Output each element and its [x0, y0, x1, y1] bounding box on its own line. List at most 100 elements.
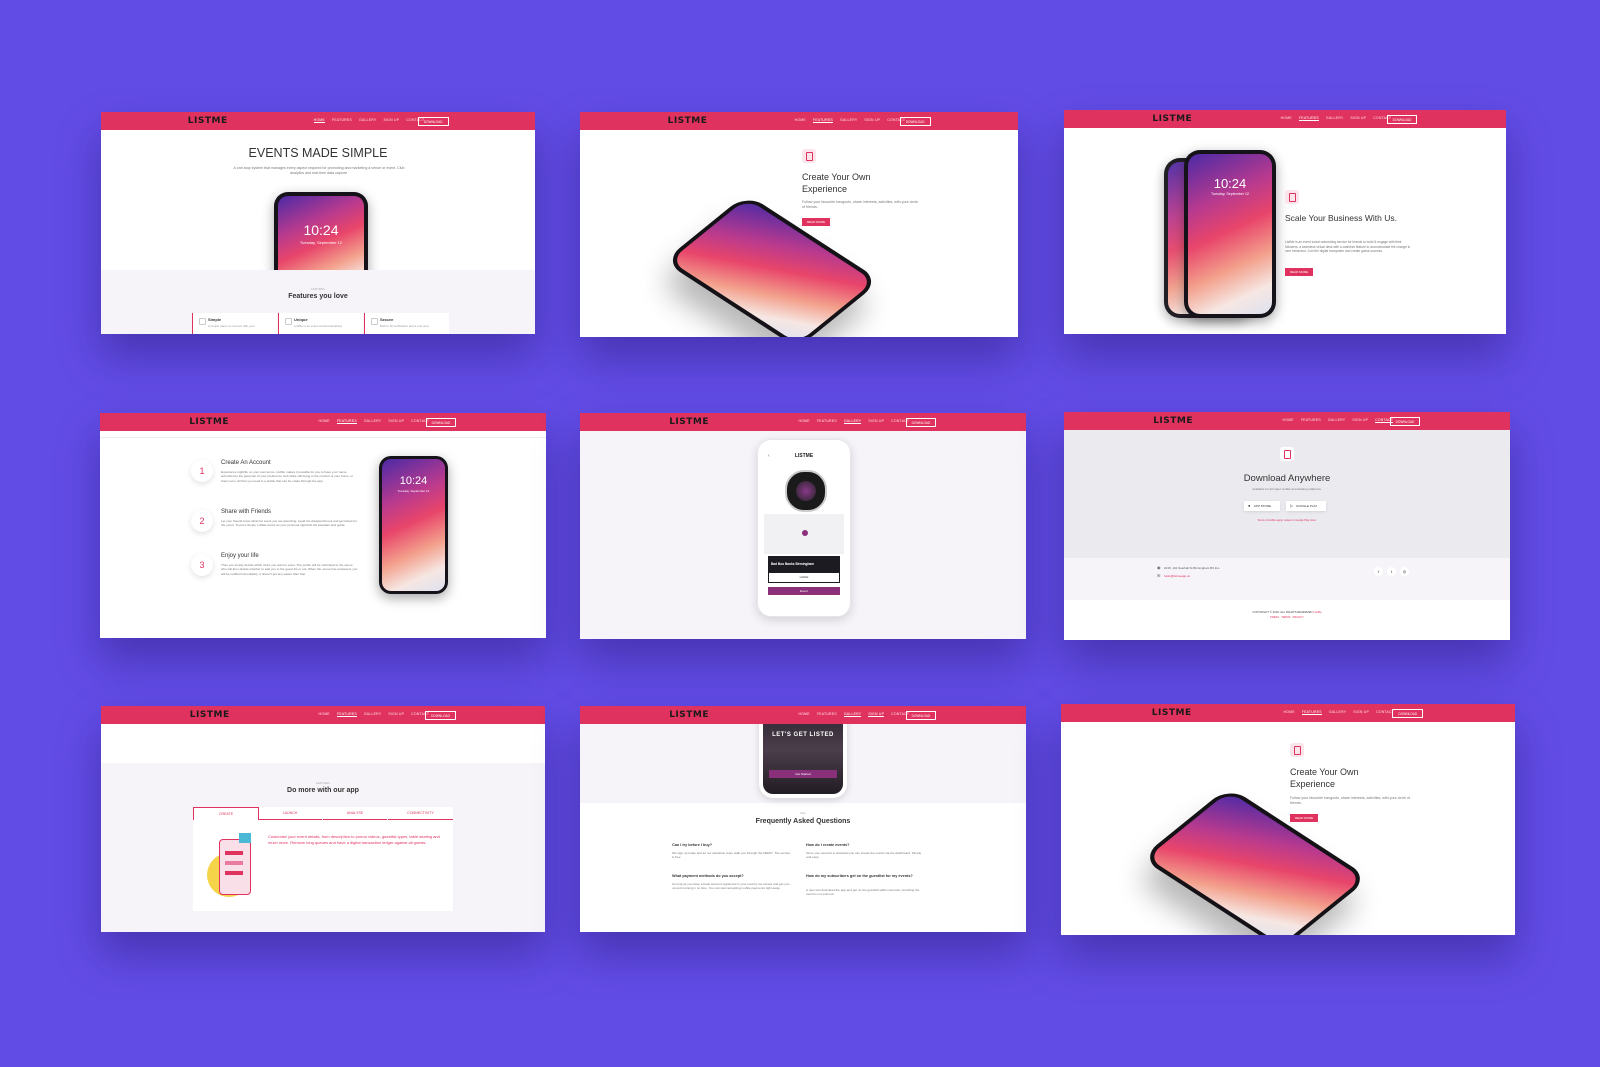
nav-signup[interactable]: SIGN UP	[1352, 418, 1368, 423]
email[interactable]: hello@listmeapp.co	[1164, 574, 1190, 578]
nav-gallery[interactable]: GALLERY	[1328, 418, 1345, 423]
nav-features[interactable]: FEATURES	[332, 118, 352, 123]
download-button[interactable]: DOWNLOAD	[1392, 709, 1424, 718]
get-started-button[interactable]: Get Started	[769, 770, 837, 778]
tab-connectivity[interactable]: CONNECTIVITY	[388, 807, 453, 820]
read-more-button[interactable]: READ MORE	[1285, 268, 1314, 276]
nav-home[interactable]: HOME	[1283, 710, 1294, 715]
faq-answer: A user can download the app and get on t…	[806, 888, 920, 897]
nav-signup[interactable]: SIGN UP	[383, 118, 399, 123]
nav-features[interactable]: FEATURES	[1301, 710, 1322, 715]
nav-home[interactable]: HOME	[795, 118, 806, 123]
download-button[interactable]: DOWNLOAD	[905, 418, 937, 427]
read-more-button[interactable]: READ MORE	[1290, 814, 1319, 822]
apple-icon: ●	[1248, 503, 1251, 508]
location-icon: ◉	[1157, 565, 1161, 570]
feature-desc: A simple place to connect with your	[208, 324, 255, 328]
nav-gallery[interactable]: GALLERY	[359, 118, 376, 123]
nav-gallery[interactable]: GALLERY	[364, 419, 381, 424]
listme-field[interactable]: ListMe	[768, 572, 840, 583]
feature-card-secure: Secure Built in ID verification and a on…	[364, 313, 449, 334]
logo[interactable]: LISTME	[1152, 708, 1192, 718]
nav-signup[interactable]: SIGN UP	[868, 712, 885, 717]
nav-signup[interactable]: SIGN UP	[388, 712, 404, 717]
nav-signup[interactable]: SIGN UP	[864, 118, 880, 123]
nav-features[interactable]: FEATURES	[1298, 116, 1319, 121]
nav-gallery[interactable]: GALLERY	[1326, 116, 1343, 121]
nav-signup[interactable]: SIGN UP	[1350, 116, 1366, 121]
legal-links[interactable]: PRESS · TERMS · PRIVACY	[1064, 616, 1510, 619]
nav-signup[interactable]: SIGN UP	[868, 419, 884, 424]
nav-features[interactable]: FEATURES	[817, 419, 837, 424]
twitter-icon[interactable]: t	[1387, 567, 1396, 576]
steps-phone: 10:24 Tuesday, September 12	[379, 456, 448, 594]
download-button[interactable]: DOWNLOAD	[1389, 417, 1421, 426]
nav-signup[interactable]: SIGN UP	[1353, 710, 1369, 715]
read-more-button[interactable]: READ MORE	[802, 218, 831, 226]
nav-links: HOME FEATURES GALLERY SIGN UP CONTACT	[799, 712, 910, 717]
nav-gallery[interactable]: GALLERY	[364, 712, 381, 717]
nav-home[interactable]: HOME	[1281, 116, 1292, 121]
tab-create[interactable]: CREATE	[193, 807, 259, 820]
navbar: LISTME HOME FEATURES GALLERY SIGN UP CON…	[580, 413, 1026, 431]
logo[interactable]: LISTME	[190, 710, 230, 720]
nav-gallery[interactable]: GALLERY	[843, 419, 862, 424]
logo[interactable]: LISTME	[1153, 416, 1193, 426]
logo[interactable]: LISTME	[669, 710, 709, 720]
download-button[interactable]: DOWNLOAD	[417, 117, 449, 126]
nav-home[interactable]: HOME	[799, 419, 810, 424]
nav-home[interactable]: HOME	[799, 712, 810, 717]
logo[interactable]: LISTME	[189, 417, 229, 427]
logo[interactable]: LISTME	[188, 116, 228, 126]
download-button[interactable]: DOWNLOAD	[1386, 115, 1418, 124]
nav-gallery[interactable]: GALLERY	[840, 118, 857, 123]
navbar: LISTME HOME FEATURES GALLERY SIGN UP CON…	[1064, 110, 1506, 128]
nav-links: HOME FEATURES GALLERY SIGN UP CONTACT	[313, 118, 425, 123]
back-icon[interactable]: ‹	[768, 453, 770, 459]
tab-analyse[interactable]: ANALYSE	[323, 807, 387, 820]
feature-card-unique: Unique ListMe is an event social network…	[278, 313, 363, 334]
nav-contact[interactable]: CONTACT	[1376, 710, 1394, 715]
nav-features[interactable]: FEATURES	[336, 712, 357, 717]
tab-launch[interactable]: LAUNCH	[258, 807, 322, 820]
nav-home[interactable]: HOME	[313, 118, 325, 123]
google-play-button[interactable]: ▷ GOOGLE PLAY	[1286, 501, 1326, 511]
nav-features[interactable]: FEATURES	[336, 419, 357, 424]
feature-title: Simple	[208, 317, 222, 322]
logo[interactable]: LISTME	[669, 417, 709, 427]
nav-home[interactable]: HOME	[319, 419, 330, 424]
nav-signup[interactable]: SIGN UP	[388, 419, 404, 424]
feature-card-simple: Simple A simple place to connect with yo…	[192, 313, 277, 334]
nav-home[interactable]: HOME	[319, 712, 330, 717]
screen-download: LISTME HOME FEATURES GALLERY SIGN UP CON…	[1064, 412, 1510, 640]
nav-features[interactable]: FEATURES	[812, 118, 833, 123]
logo[interactable]: LISTME	[1152, 114, 1192, 124]
phone-icon	[802, 149, 816, 163]
nav-features[interactable]: FEATURES	[817, 712, 837, 717]
logo[interactable]: LISTME	[668, 116, 708, 126]
nav-links: HOME FEATURES GALLERY SIGN UP CONTACT	[1283, 418, 1394, 423]
facebook-icon[interactable]: f	[1374, 567, 1383, 576]
section-description: Follow your favourite hangouts, share in…	[802, 200, 919, 209]
download-button[interactable]: DOWNLOAD	[425, 711, 456, 720]
instagram-icon[interactable]: ◎	[1400, 567, 1409, 576]
faq-question: Can I try before I buy?	[672, 843, 713, 847]
lock-time: 10:24	[399, 475, 428, 487]
event-button[interactable]: Event	[768, 587, 840, 595]
nav-features[interactable]: FEATURES	[1301, 418, 1321, 423]
step-description: Then you simply decide which clubs you w…	[221, 563, 358, 576]
nav-home[interactable]: HOME	[1283, 418, 1294, 423]
download-button[interactable]: DOWNLOAD	[905, 711, 937, 720]
faq-answer: Once your account is activated you can c…	[806, 851, 922, 860]
nav-gallery[interactable]: GALLERY	[1329, 710, 1346, 715]
phone-icon	[1290, 743, 1304, 757]
step-title: Create An Account	[221, 460, 271, 466]
download-button[interactable]: DOWNLOAD	[425, 418, 457, 427]
nav-gallery[interactable]: GALLERY	[843, 712, 862, 717]
lock-date: Tuesday, September 12	[397, 489, 430, 493]
copyright-brand[interactable]: ListMe	[1313, 610, 1321, 614]
download-button[interactable]: DOWNLOAD	[899, 117, 931, 126]
address: 2215, 101 Newhall St Birmingham B3 1LL	[1164, 566, 1220, 570]
app-store-button[interactable]: ● APP STORE	[1244, 501, 1280, 511]
secure-icon	[371, 318, 378, 325]
